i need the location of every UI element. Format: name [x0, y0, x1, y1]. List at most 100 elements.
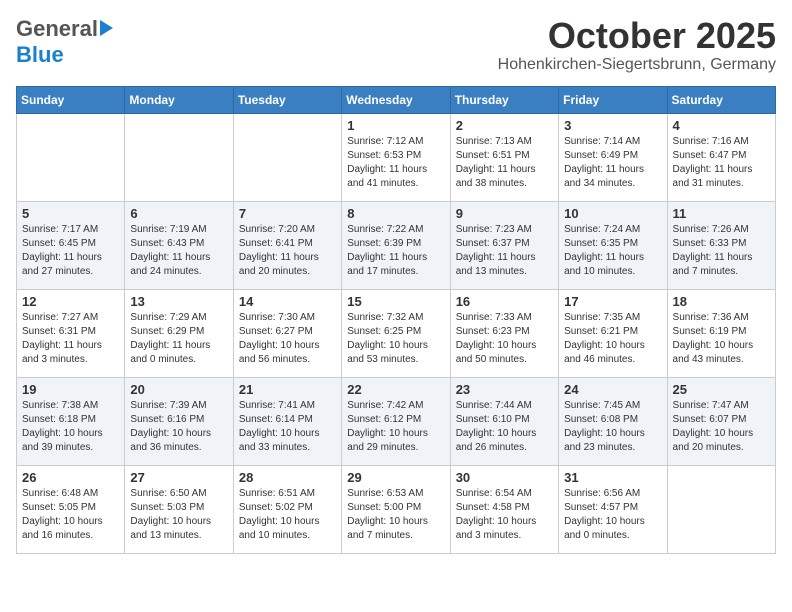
- month-title: October 2025: [498, 16, 776, 56]
- calendar-cell: 20Sunrise: 7:39 AM Sunset: 6:16 PM Dayli…: [125, 377, 233, 465]
- calendar-cell: 11 Sunrise: 7:26 AM Sunset: 6:33 PM Dayli…: [667, 201, 775, 289]
- day-number: 27: [130, 470, 227, 485]
- weekday-header-tuesday: Tuesday: [233, 86, 341, 113]
- calendar-cell: 29 Sunrise: 6:53 AM Sunset: 5:00 PM Dayli…: [342, 465, 450, 553]
- day-info: Sunrise: 7:16 AM Sunset: 6:47 PM Dayligh…: [673, 135, 770, 191]
- day-number: 15: [347, 294, 444, 309]
- weekday-header-thursday: Thursday: [450, 86, 558, 113]
- day-number: 24: [564, 382, 661, 397]
- weekday-header-monday: Monday: [125, 86, 233, 113]
- day-number: 28: [239, 470, 336, 485]
- weekday-header-row: SundayMondayTuesdayWednesdayThursdayFrid…: [17, 86, 776, 113]
- calendar-week-row: 26 Sunrise: 6:48 AM Sunset: 5:05 PM Dayli…: [17, 465, 776, 553]
- day-number: 30: [456, 470, 553, 485]
- calendar-cell: 1 Sunrise: 7:12 AM Sunset: 6:53 PM Daylig…: [342, 113, 450, 201]
- calendar-cell: 12Sunrise: 7:27 AM Sunset: 6:31 PM Dayli…: [17, 289, 125, 377]
- calendar-cell: 8 Sunrise: 7:22 AM Sunset: 6:39 PM Daylig…: [342, 201, 450, 289]
- calendar-cell: 18Sunrise: 7:36 AM Sunset: 6:19 PM Dayli…: [667, 289, 775, 377]
- day-info: Sunrise: 7:14 AM Sunset: 6:49 PM Dayligh…: [564, 135, 661, 191]
- day-info: Sunrise: 6:54 AM Sunset: 4:58 PM Dayligh…: [456, 487, 553, 543]
- day-info: Sunrise: 7:38 AM Sunset: 6:18 PM Dayligh…: [22, 399, 119, 455]
- calendar-cell: 19 Sunrise: 7:38 AM Sunset: 6:18 PM Dayli…: [17, 377, 125, 465]
- calendar-cell: 2Sunrise: 7:13 AM Sunset: 6:51 PM Daylig…: [450, 113, 558, 201]
- calendar-cell: 22Sunrise: 7:42 AM Sunset: 6:12 PM Dayli…: [342, 377, 450, 465]
- calendar-cell: [233, 113, 341, 201]
- calendar-cell: 4 Sunrise: 7:16 AM Sunset: 6:47 PM Daylig…: [667, 113, 775, 201]
- calendar-cell: 14 Sunrise: 7:30 AM Sunset: 6:27 PM Dayli…: [233, 289, 341, 377]
- calendar-cell: 16Sunrise: 7:33 AM Sunset: 6:23 PM Dayli…: [450, 289, 558, 377]
- day-info: Sunrise: 7:20 AM Sunset: 6:41 PM Dayligh…: [239, 223, 336, 279]
- day-number: 14: [239, 294, 336, 309]
- day-info: Sunrise: 6:51 AM Sunset: 5:02 PM Dayligh…: [239, 487, 336, 543]
- day-number: 31: [564, 470, 661, 485]
- page-header: General Blue October 2025 Hohenkirchen-S…: [16, 16, 776, 74]
- day-number: 4: [673, 118, 770, 133]
- day-info: Sunrise: 7:19 AM Sunset: 6:43 PM Dayligh…: [130, 223, 227, 279]
- weekday-header-sunday: Sunday: [17, 86, 125, 113]
- day-info: Sunrise: 7:23 AM Sunset: 6:37 PM Dayligh…: [456, 223, 553, 279]
- calendar-cell: 7Sunrise: 7:20 AM Sunset: 6:41 PM Daylig…: [233, 201, 341, 289]
- day-number: 17: [564, 294, 661, 309]
- calendar-cell: [125, 113, 233, 201]
- calendar-week-row: 19 Sunrise: 7:38 AM Sunset: 6:18 PM Dayli…: [17, 377, 776, 465]
- day-number: 5: [22, 206, 119, 221]
- day-info: Sunrise: 7:12 AM Sunset: 6:53 PM Dayligh…: [347, 135, 444, 191]
- title-block: October 2025 Hohenkirchen-Siegertsbrunn,…: [498, 16, 776, 74]
- calendar-cell: [17, 113, 125, 201]
- weekday-header-wednesday: Wednesday: [342, 86, 450, 113]
- calendar-week-row: 5 Sunrise: 7:17 AM Sunset: 6:45 PM Daylig…: [17, 201, 776, 289]
- day-info: Sunrise: 7:30 AM Sunset: 6:27 PM Dayligh…: [239, 311, 336, 367]
- day-info: Sunrise: 7:22 AM Sunset: 6:39 PM Dayligh…: [347, 223, 444, 279]
- calendar-cell: 17 Sunrise: 7:35 AM Sunset: 6:21 PM Dayli…: [559, 289, 667, 377]
- day-number: 6: [130, 206, 227, 221]
- day-info: Sunrise: 7:29 AM Sunset: 6:29 PM Dayligh…: [130, 311, 227, 367]
- day-info: Sunrise: 7:24 AM Sunset: 6:35 PM Dayligh…: [564, 223, 661, 279]
- day-info: Sunrise: 7:41 AM Sunset: 6:14 PM Dayligh…: [239, 399, 336, 455]
- calendar-cell: 5 Sunrise: 7:17 AM Sunset: 6:45 PM Daylig…: [17, 201, 125, 289]
- calendar-cell: 31 Sunrise: 6:56 AM Sunset: 4:57 PM Dayli…: [559, 465, 667, 553]
- calendar-cell: 13 Sunrise: 7:29 AM Sunset: 6:29 PM Dayli…: [125, 289, 233, 377]
- calendar-cell: 28 Sunrise: 6:51 AM Sunset: 5:02 PM Dayli…: [233, 465, 341, 553]
- day-info: Sunrise: 7:44 AM Sunset: 6:10 PM Dayligh…: [456, 399, 553, 455]
- day-number: 25: [673, 382, 770, 397]
- day-number: 10: [564, 206, 661, 221]
- day-info: Sunrise: 7:39 AM Sunset: 6:16 PM Dayligh…: [130, 399, 227, 455]
- day-info: Sunrise: 6:48 AM Sunset: 5:05 PM Dayligh…: [22, 487, 119, 543]
- day-number: 29: [347, 470, 444, 485]
- calendar-cell: [667, 465, 775, 553]
- calendar-table: SundayMondayTuesdayWednesdayThursdayFrid…: [16, 86, 776, 554]
- calendar-cell: 3 Sunrise: 7:14 AM Sunset: 6:49 PM Daylig…: [559, 113, 667, 201]
- logo-blue: Blue: [16, 42, 64, 68]
- day-info: Sunrise: 7:42 AM Sunset: 6:12 PM Dayligh…: [347, 399, 444, 455]
- day-number: 21: [239, 382, 336, 397]
- day-number: 26: [22, 470, 119, 485]
- day-number: 8: [347, 206, 444, 221]
- calendar-cell: 23Sunrise: 7:44 AM Sunset: 6:10 PM Dayli…: [450, 377, 558, 465]
- day-number: 3: [564, 118, 661, 133]
- calendar-cell: 30 Sunrise: 6:54 AM Sunset: 4:58 PM Dayli…: [450, 465, 558, 553]
- day-number: 9: [456, 206, 553, 221]
- day-info: Sunrise: 6:53 AM Sunset: 5:00 PM Dayligh…: [347, 487, 444, 543]
- day-number: 11: [673, 206, 770, 221]
- day-info: Sunrise: 7:26 AM Sunset: 6:33 PM Dayligh…: [673, 223, 770, 279]
- logo: General Blue: [16, 16, 113, 68]
- day-number: 13: [130, 294, 227, 309]
- day-number: 12: [22, 294, 119, 309]
- day-info: Sunrise: 7:32 AM Sunset: 6:25 PM Dayligh…: [347, 311, 444, 367]
- weekday-header-friday: Friday: [559, 86, 667, 113]
- weekday-header-saturday: Saturday: [667, 86, 775, 113]
- calendar-cell: 25 Sunrise: 7:47 AM Sunset: 6:07 PM Dayli…: [667, 377, 775, 465]
- day-number: 19: [22, 382, 119, 397]
- calendar-cell: 10 Sunrise: 7:24 AM Sunset: 6:35 PM Dayli…: [559, 201, 667, 289]
- location-title: Hohenkirchen-Siegertsbrunn, Germany: [498, 56, 776, 74]
- day-info: Sunrise: 6:50 AM Sunset: 5:03 PM Dayligh…: [130, 487, 227, 543]
- calendar-cell: 9 Sunrise: 7:23 AM Sunset: 6:37 PM Daylig…: [450, 201, 558, 289]
- day-number: 1: [347, 118, 444, 133]
- calendar-week-row: 12Sunrise: 7:27 AM Sunset: 6:31 PM Dayli…: [17, 289, 776, 377]
- day-info: Sunrise: 7:47 AM Sunset: 6:07 PM Dayligh…: [673, 399, 770, 455]
- day-info: Sunrise: 7:35 AM Sunset: 6:21 PM Dayligh…: [564, 311, 661, 367]
- calendar-cell: 24Sunrise: 7:45 AM Sunset: 6:08 PM Dayli…: [559, 377, 667, 465]
- day-info: Sunrise: 7:17 AM Sunset: 6:45 PM Dayligh…: [22, 223, 119, 279]
- day-info: Sunrise: 6:56 AM Sunset: 4:57 PM Dayligh…: [564, 487, 661, 543]
- day-info: Sunrise: 7:13 AM Sunset: 6:51 PM Dayligh…: [456, 135, 553, 191]
